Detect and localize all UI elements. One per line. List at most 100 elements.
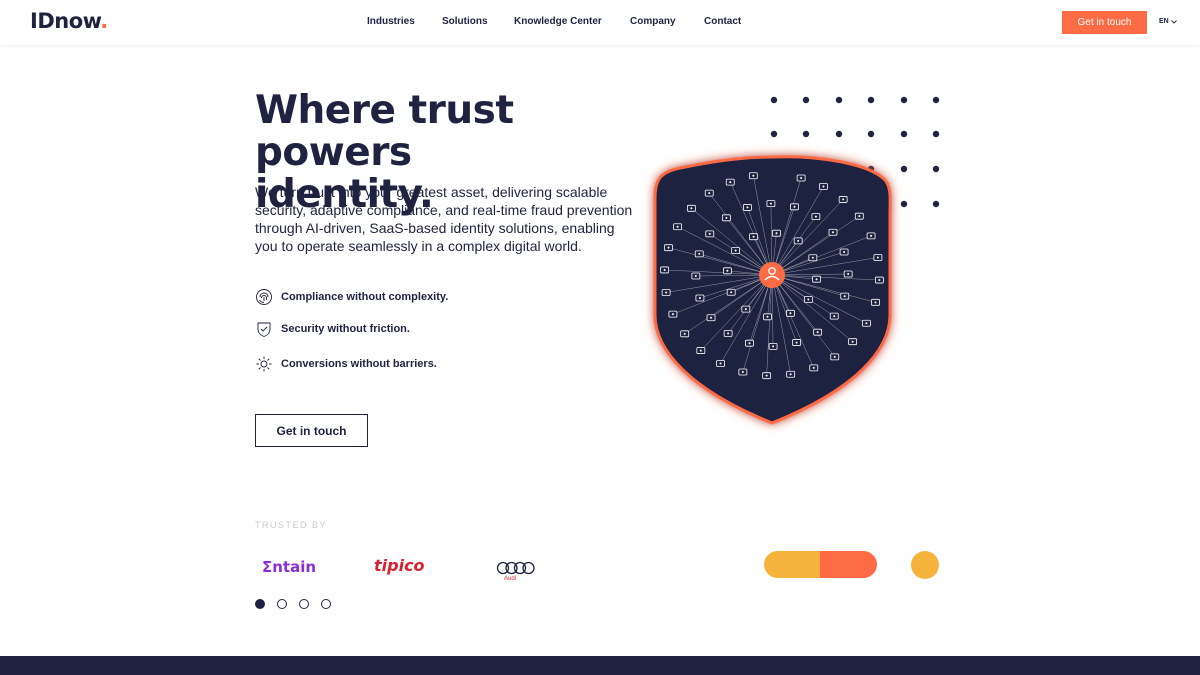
network-node-icon: [768, 342, 778, 350]
network-node-icon: [786, 370, 796, 378]
grid-dot: [770, 96, 778, 104]
network-node-icon: [840, 292, 850, 300]
language-label: EN: [1159, 18, 1169, 25]
hero-get-in-touch-button[interactable]: Get in touch: [255, 414, 368, 447]
network-node-icon: [838, 196, 848, 203]
network-node-icon: [848, 338, 858, 346]
network-node-icon: [668, 310, 678, 318]
network-node-icon: [726, 288, 736, 296]
network-node-icon: [862, 319, 871, 327]
network-node-icon: [873, 254, 883, 261]
network-node-icon: [723, 267, 732, 275]
grid-dot: [867, 96, 875, 104]
network-node-icon: [673, 223, 682, 231]
network-node-icon: [793, 237, 803, 245]
trusted-by-heading: TRUSTED BY: [255, 520, 328, 530]
feature-compliance: Compliance without complexity.: [255, 288, 448, 306]
network-node-icon: [809, 364, 819, 372]
carousel-pagination: [255, 599, 331, 609]
network-node-icon: [874, 276, 884, 284]
grid-dot: [932, 165, 940, 173]
grid-dot: [932, 96, 940, 104]
network-node-icon: [796, 174, 806, 182]
network-node-icon: [705, 230, 715, 238]
network-node-icon: [819, 183, 828, 190]
audi-rings-icon: [496, 561, 535, 575]
nav-solutions[interactable]: Solutions: [442, 16, 488, 27]
grid-dot: [770, 130, 778, 138]
network-node-icon: [762, 372, 772, 380]
fingerprint-icon: [256, 289, 272, 305]
grid-dot: [900, 165, 908, 173]
decorative-pill: [764, 551, 877, 578]
carousel-dot-3[interactable]: [299, 599, 309, 609]
nav-industries[interactable]: Industries: [367, 16, 415, 27]
network-node-icon: [828, 228, 838, 236]
network-node-icon: [843, 270, 853, 278]
network-node-icon: [830, 353, 840, 361]
audi-wordmark: Audi: [504, 576, 517, 582]
network-node-icon: [680, 330, 690, 338]
network-node-icon: [725, 178, 735, 186]
grid-dot: [900, 96, 908, 104]
network-node-icon: [661, 289, 671, 296]
language-selector[interactable]: EN: [1159, 18, 1177, 25]
network-node-icon: [792, 339, 801, 346]
carousel-dot-1[interactable]: [255, 599, 265, 609]
network-node-icon: [772, 229, 781, 237]
network-node-icon: [695, 294, 705, 302]
chevron-down-icon: [1170, 19, 1177, 24]
decorative-circle: [911, 551, 939, 579]
feature-conversions: Conversions without barriers.: [255, 355, 437, 373]
network-node-icon: [808, 254, 818, 262]
network-node-icon: [716, 360, 725, 367]
nav-contact[interactable]: Contact: [704, 16, 741, 27]
idnow-logo[interactable]: IDnow.: [30, 9, 108, 33]
nav-knowledge-center[interactable]: Knowledge Center: [514, 16, 602, 27]
entain-logo[interactable]: Σntain: [262, 558, 316, 576]
feature-label: Compliance without complexity.: [281, 291, 449, 303]
network-node-icon: [866, 232, 876, 240]
grid-dot: [932, 200, 940, 208]
network-node-icon: [723, 329, 733, 337]
carousel-dot-2[interactable]: [277, 599, 287, 609]
network-node-icon: [786, 309, 795, 317]
network-node-icon: [790, 203, 799, 211]
network-node-icon: [812, 275, 821, 283]
nav-company[interactable]: Company: [630, 16, 676, 27]
feature-security: Security without friction.: [255, 320, 410, 338]
grid-dot: [802, 96, 810, 104]
network-node-icon: [686, 204, 696, 212]
carousel-dot-4[interactable]: [321, 599, 331, 609]
feature-label: Security without friction.: [281, 323, 410, 335]
shield-network-illustration: [653, 96, 940, 425]
network-node-icon: [829, 312, 839, 320]
network-node-icon: [745, 339, 754, 347]
network-node-icon: [811, 213, 821, 221]
audi-logo[interactable]: Audi: [496, 560, 536, 586]
grid-dot: [932, 130, 940, 138]
network-node-icon: [871, 298, 880, 306]
network-node-icon: [664, 244, 673, 252]
tipico-logo[interactable]: tipico: [374, 556, 425, 575]
network-node-icon: [694, 250, 704, 258]
network-node-icon: [813, 328, 823, 336]
network-node-icon: [766, 200, 776, 208]
network-node-icon: [839, 248, 849, 256]
header-get-in-touch-button[interactable]: Get in touch: [1062, 11, 1147, 34]
grid-dot: [835, 96, 843, 104]
center-user-icon: [759, 262, 785, 288]
network-node-icon: [696, 347, 706, 354]
network-node-icon: [854, 212, 864, 220]
grid-dot: [802, 130, 810, 138]
footer-band: [0, 656, 1200, 675]
network-node-icon: [721, 214, 731, 222]
network-node-icon: [748, 172, 758, 180]
network-node-icon: [763, 313, 772, 321]
network-node-icon: [704, 189, 714, 197]
network-node-icon: [660, 266, 670, 274]
grid-dot: [835, 130, 843, 138]
site-header: IDnow. Industries Solutions Knowledge Ce…: [0, 0, 1200, 45]
shield-shape: [653, 155, 892, 425]
grid-dot: [900, 130, 908, 138]
